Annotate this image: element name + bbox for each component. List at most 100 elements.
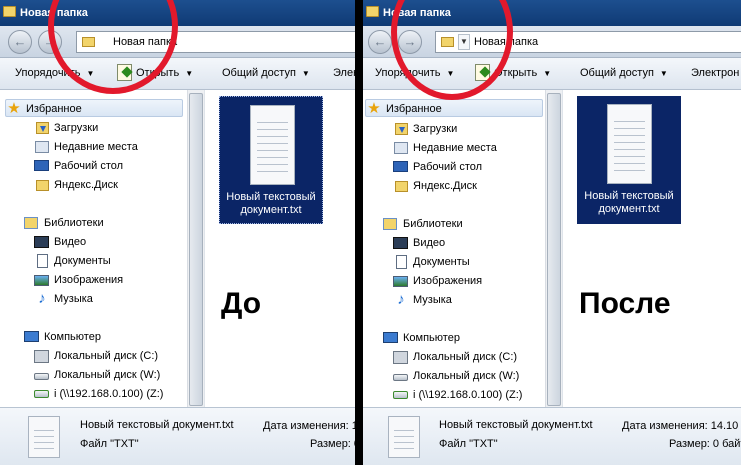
recent-places-icon — [394, 142, 408, 154]
music-icon: ♪ — [38, 290, 46, 307]
details-modified: Дата изменения: 14.10 — [622, 420, 739, 432]
nav-computer-label: Компьютер — [44, 331, 101, 343]
back-arrow-icon[interactable]: ← — [8, 30, 32, 54]
system-drive-icon — [34, 350, 49, 363]
details-pane: Новый текстовый документ.txt Дата измене… — [363, 407, 741, 465]
libraries-icon — [24, 217, 38, 229]
title-bar: Новая папка — [0, 0, 355, 26]
video-icon — [34, 236, 49, 248]
nav-recent-label: Недавние места — [54, 141, 138, 153]
text-document-icon — [250, 105, 295, 185]
open-icon — [475, 64, 490, 81]
computer-icon — [383, 332, 398, 343]
system-drive-icon — [393, 351, 408, 364]
navigation-scrollbar[interactable] — [187, 90, 204, 407]
navigation-scrollbar[interactable] — [545, 90, 562, 407]
text-document-icon — [28, 416, 60, 458]
nav-drive-c-label: Локальный диск (C:) — [54, 350, 159, 362]
nav-favorites-label: Избранное — [26, 103, 82, 115]
navigation-pane: ★ Избранное Загрузки Недавние места Рабоч… — [0, 90, 205, 407]
images-icon — [393, 276, 408, 287]
address-path: Новая папка — [113, 36, 178, 48]
organize-button[interactable]: Упорядочить ▼ — [375, 67, 454, 79]
star-icon: ★ — [7, 100, 21, 117]
nav-recent-label: Недавние места — [413, 142, 497, 154]
text-document-icon — [607, 104, 652, 184]
nav-video-label: Видео — [413, 237, 446, 249]
computer-icon — [24, 331, 39, 342]
nav-images-label: Изображения — [413, 275, 483, 287]
organize-button[interactable]: Упорядочить ▼ — [15, 67, 94, 79]
nav-desktop-label: Рабочий стол — [54, 160, 124, 172]
nav-video-label: Видео — [54, 236, 87, 248]
address-bar[interactable]: ▼ Новая папка — [76, 31, 355, 53]
address-path: Новая папка — [474, 36, 539, 48]
organize-label: Упорядочить — [15, 67, 81, 79]
caption-after: После — [579, 287, 671, 320]
details-modified: Дата изменения: 1 — [263, 420, 355, 432]
details-file-name: Новый текстовый документ.txt — [439, 419, 593, 431]
organize-label: Упорядочить — [375, 67, 441, 79]
nav-drive-z-label: i (\\192.168.0.100) (Z:) — [413, 389, 523, 401]
scrollbar-thumb[interactable] — [547, 93, 561, 406]
details-size: Размер: 0 — [310, 438, 355, 450]
nav-drive-w-label: Локальный диск (W:) — [413, 370, 520, 382]
nav-documents-label: Документы — [54, 255, 111, 267]
nav-yandex-label: Яндекс.Диск — [413, 180, 477, 192]
chevron-down-icon: ▼ — [301, 69, 310, 78]
forward-arrow-icon[interactable]: → — [398, 30, 422, 54]
nav-documents-label: Документы — [413, 256, 470, 268]
share-button[interactable]: Общий доступ ▼ — [222, 67, 310, 79]
explorer-window-before: Новая папка ← → ▼ Новая папка Упорядочит… — [0, 0, 355, 465]
details-file-type: Файл "TXT" — [439, 438, 498, 450]
share-button[interactable]: Общий доступ ▼ — [580, 67, 668, 79]
recent-places-icon — [35, 141, 49, 153]
nav-favorites[interactable]: ★ Избранное — [5, 99, 183, 117]
nav-libraries-label: Библиотеки — [403, 218, 463, 230]
burn-button[interactable]: Элек — [333, 67, 355, 79]
folder-icon — [36, 180, 49, 191]
file-item-selected[interactable]: Новый текстовый документ.txt — [219, 96, 323, 224]
chevron-down-icon: ▼ — [86, 69, 95, 78]
address-bar[interactable]: ▼ Новая папка — [435, 31, 741, 53]
share-label: Общий доступ — [222, 67, 296, 79]
desktop-icon — [34, 160, 49, 171]
nav-music-label: Музыка — [54, 293, 93, 305]
nav-drive-c-label: Локальный диск (C:) — [413, 351, 518, 363]
folder-icon — [395, 181, 408, 192]
burn-label: Электрон — [691, 67, 740, 79]
explorer-window-after: Новая папка ← → ▼ Новая папка Упорядочит… — [363, 0, 741, 465]
text-document-icon — [388, 416, 420, 458]
details-pane: Новый текстовый документ.txt Дата измене… — [0, 407, 355, 465]
folder-icon — [441, 37, 454, 47]
open-button[interactable]: Открыть ▼ — [136, 67, 193, 79]
nav-favorites[interactable]: ★ Избранное — [365, 99, 543, 117]
video-icon — [393, 237, 408, 249]
command-toolbar: Упорядочить ▼ Открыть ▼ Общий доступ ▼ Элек — [0, 58, 355, 90]
nav-libraries-label: Библиотеки — [44, 217, 104, 229]
desktop-icon — [393, 161, 408, 172]
music-icon: ♪ — [397, 291, 405, 308]
chevron-down-icon: ▼ — [659, 69, 668, 78]
back-arrow-icon[interactable]: ← — [368, 30, 392, 54]
nav-favorites-label: Избранное — [386, 103, 442, 115]
images-icon — [34, 275, 49, 286]
navigation-bar: ← → ▼ Новая папка — [363, 26, 741, 58]
burn-button[interactable]: Электрон — [691, 67, 739, 79]
burn-label: Элек — [333, 67, 355, 79]
chevron-down-icon[interactable]: ▼ — [458, 34, 470, 50]
folder-icon — [82, 37, 95, 47]
folder-icon — [366, 6, 379, 17]
file-item[interactable]: Новый текстовый документ.txt — [577, 96, 681, 224]
folder-icon — [3, 6, 16, 17]
chevron-down-icon: ▼ — [543, 69, 552, 78]
forward-arrow-icon[interactable]: → — [38, 30, 62, 54]
open-button[interactable]: Открыть ▼ — [494, 67, 551, 79]
scrollbar-thumb[interactable] — [189, 93, 203, 406]
nav-downloads-label: Загрузки — [54, 122, 99, 134]
open-label: Открыть — [494, 67, 538, 79]
caption-before: До — [221, 287, 262, 320]
nav-music-label: Музыка — [413, 294, 452, 306]
file-list: Новый текстовый документ.txt До — [205, 90, 355, 407]
network-drive-icon — [34, 390, 49, 398]
